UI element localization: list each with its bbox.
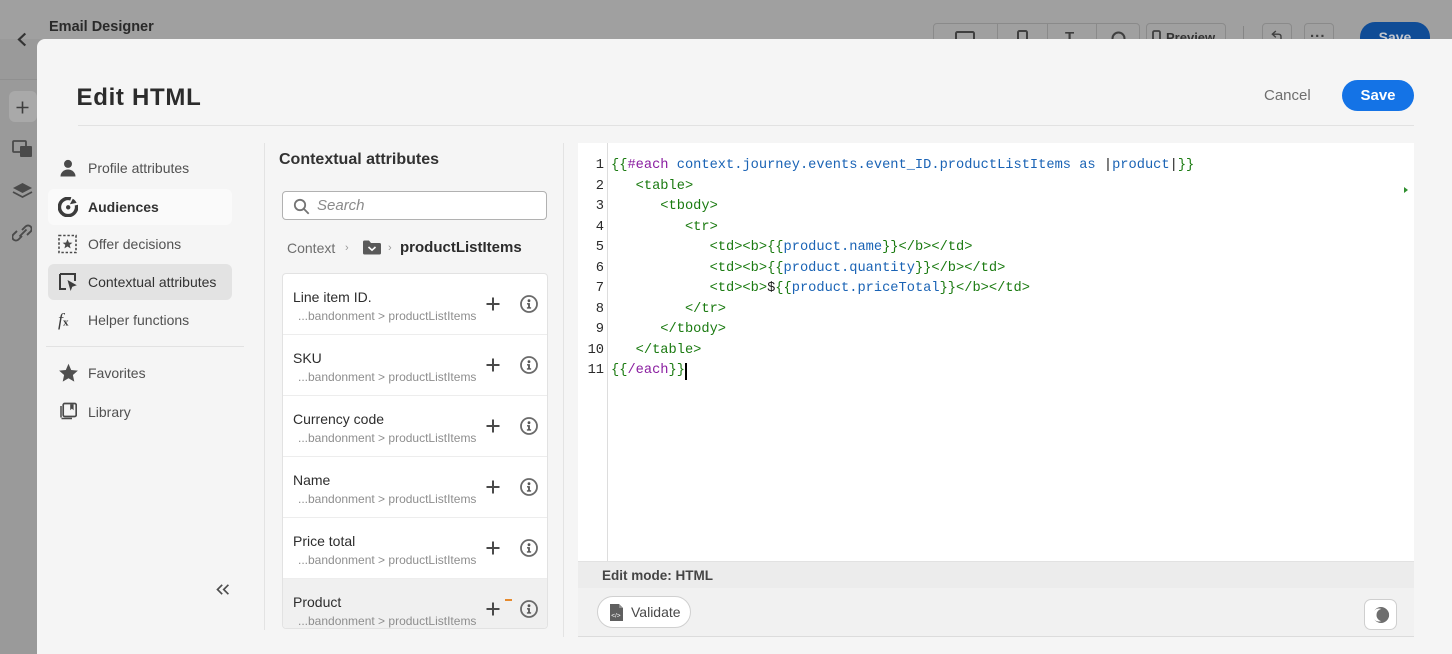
svg-text:</>: </> <box>611 613 621 620</box>
